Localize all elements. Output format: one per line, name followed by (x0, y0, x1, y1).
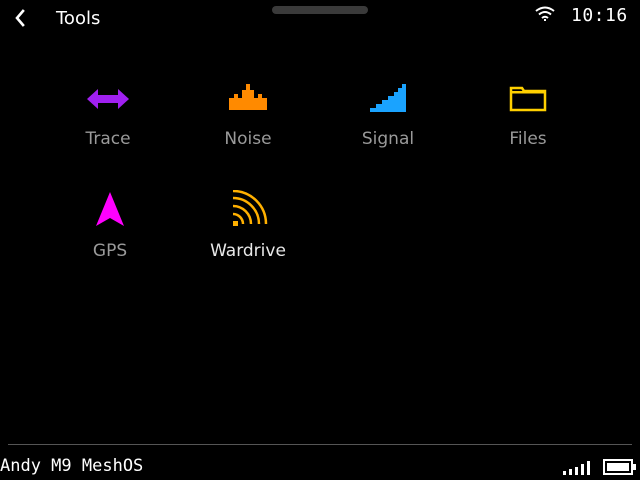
device-name: Andy M9 MeshOS (0, 456, 144, 476)
tool-noise[interactable]: Noise (188, 84, 308, 164)
chevron-left-icon (15, 9, 25, 27)
folder-icon (509, 86, 547, 112)
tool-signal[interactable]: Signal (328, 84, 448, 164)
double-arrow-icon (87, 89, 129, 109)
tool-label: Noise (224, 129, 272, 149)
tool-label: Wardrive (210, 241, 286, 261)
page-title: Tools (56, 8, 101, 29)
tool-files[interactable]: Files (468, 84, 588, 164)
gps-arrow-icon (96, 192, 124, 226)
wardrive-waves-icon (232, 190, 268, 226)
tool-label: GPS (92, 241, 128, 261)
signal-ramp-icon (370, 84, 406, 112)
tool-trace[interactable]: Trace (48, 84, 168, 164)
tool-wardrive[interactable]: Wardrive (188, 190, 308, 270)
drag-handle[interactable] (272, 6, 368, 14)
footer-divider (8, 444, 632, 445)
back-button[interactable] (10, 7, 32, 29)
tool-label: Trace (85, 129, 131, 149)
signal-bars-icon (563, 461, 590, 475)
tool-label: Files (509, 129, 547, 149)
clock: 10:16 (571, 5, 628, 26)
noise-crown-icon (229, 84, 267, 110)
wifi-icon (535, 6, 555, 21)
header-bar: Tools 10:16 (0, 0, 640, 40)
battery-icon (603, 459, 636, 475)
tool-label: Signal (361, 129, 415, 149)
tool-gps[interactable]: GPS (50, 190, 170, 270)
